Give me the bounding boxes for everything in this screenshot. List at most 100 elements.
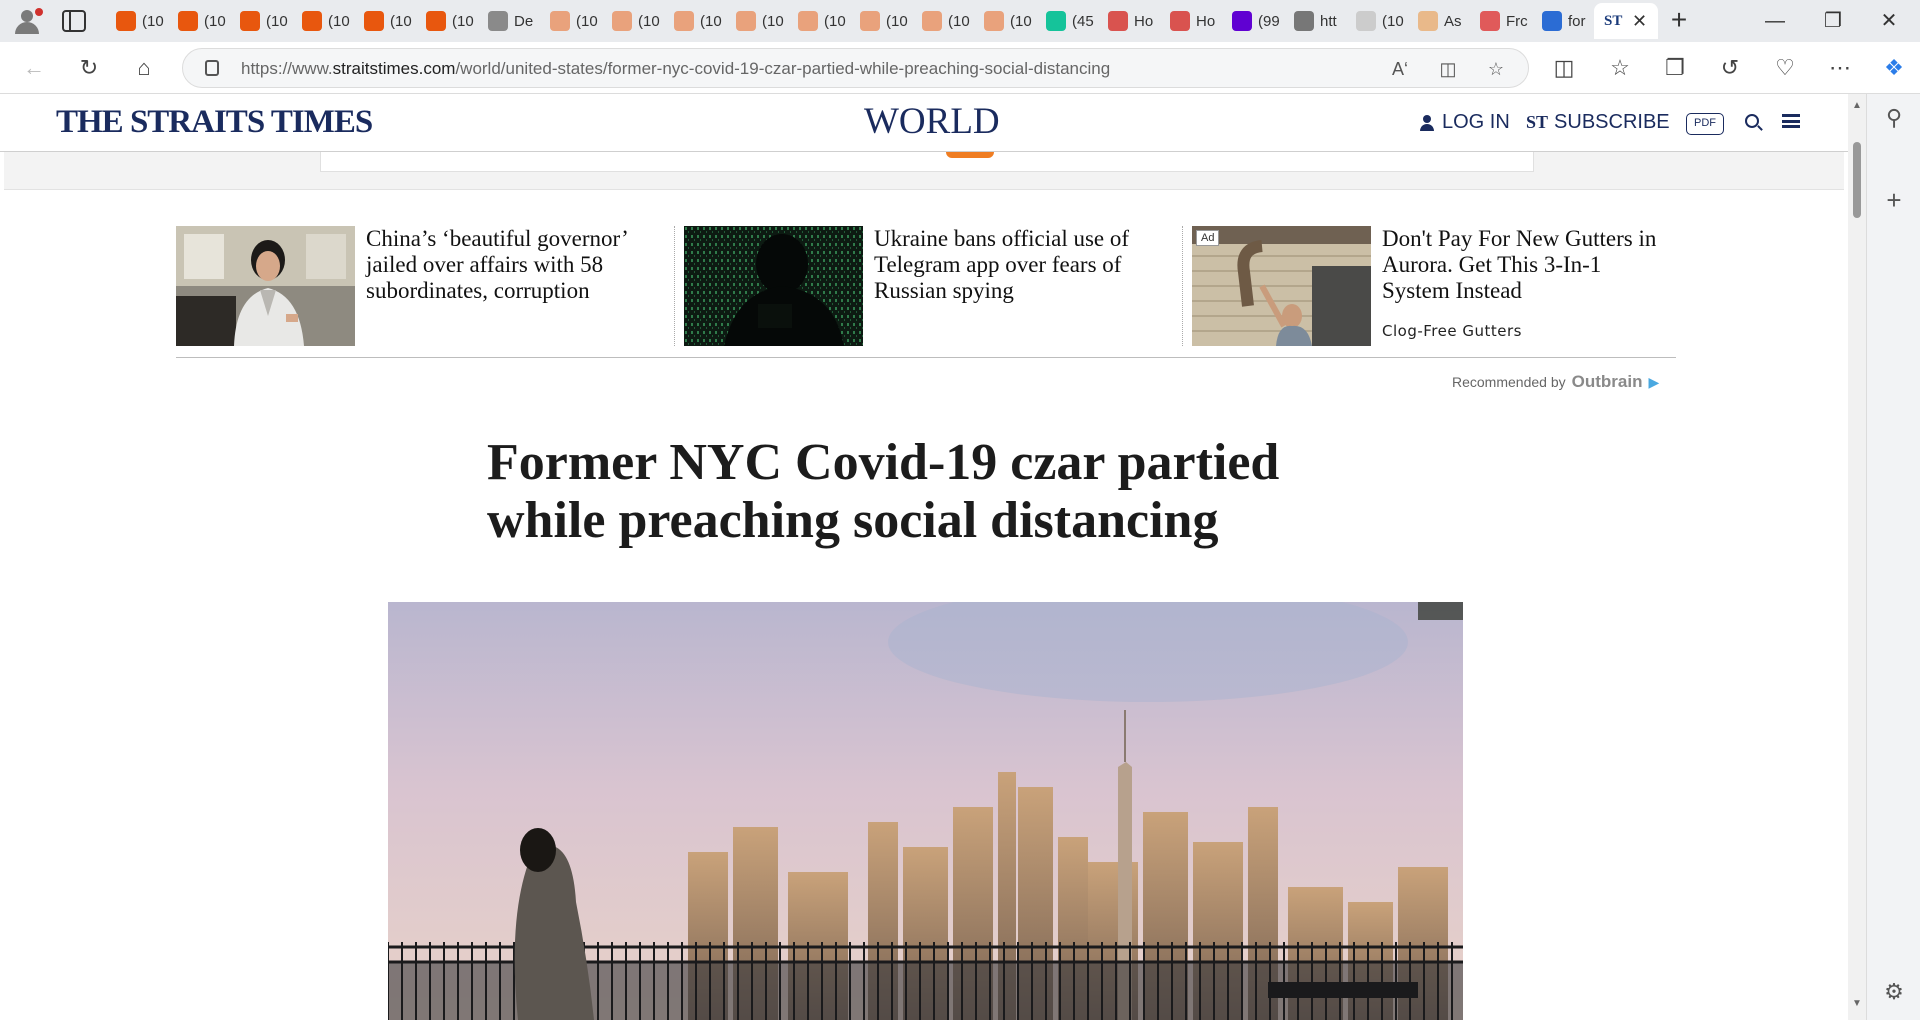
browser-tab[interactable]: (10 [292, 3, 354, 39]
scroll-down-arrow-icon[interactable]: ▼ [1852, 998, 1862, 1009]
recommended-item[interactable]: Ad Don't Pay For New Gutters in Aurora. … [1192, 226, 1677, 346]
ad-source[interactable]: Clog-Free Gutters [1382, 322, 1522, 340]
refresh-icon[interactable]: ↻ [75, 54, 103, 82]
browser-tab[interactable]: (99 [1222, 3, 1284, 39]
bookmark-orange-icon [240, 11, 260, 31]
settings-more-icon[interactable]: ⋯ [1826, 54, 1854, 82]
browser-tab[interactable]: (10 [354, 3, 416, 39]
browser-tab[interactable]: (10 [168, 3, 230, 39]
browser-tab[interactable]: htt [1284, 3, 1346, 39]
ad-banner-box[interactable] [320, 152, 1534, 172]
history-icon[interactable]: ↺ [1716, 54, 1744, 82]
browser-tab[interactable]: (10 [912, 3, 974, 39]
bookmark-orange-icon [364, 11, 384, 31]
browser-tab[interactable]: (10 [1346, 3, 1408, 39]
grammarly-g-icon [1046, 11, 1066, 31]
menu-hamburger-icon[interactable] [1782, 114, 1800, 128]
url-text[interactable]: https://www.straitstimes.com/world/unite… [241, 59, 1110, 79]
restore-button[interactable]: ❐ [1810, 6, 1856, 36]
browser-tab[interactable]: (10 [974, 3, 1036, 39]
scrollbar-thumb[interactable] [1853, 142, 1861, 218]
browser-tab-active[interactable]: ST ✕ [1594, 3, 1658, 39]
minimize-button[interactable]: — [1752, 6, 1798, 36]
immersive-reader-icon[interactable]: ◫ [1435, 57, 1461, 81]
browser-tab[interactable]: (10 [230, 3, 292, 39]
sidebar-add-icon[interactable]: + [1880, 186, 1908, 214]
tab-title: (10 [1382, 12, 1404, 30]
straits-times-favicon-icon: ST [1604, 12, 1623, 29]
browser-tab[interactable]: Ho [1098, 3, 1160, 39]
recommended-by[interactable]: Recommended by Outbrain ▶ [1452, 372, 1659, 392]
url-prefix: https://www. [241, 59, 333, 78]
favorite-star-icon[interactable]: ☆ [1483, 57, 1509, 81]
user-icon [1420, 114, 1434, 131]
copilot-icon[interactable]: ❖ [1880, 54, 1908, 82]
subscribe-link[interactable]: ST SUBSCRIBE [1526, 111, 1670, 134]
new-tab-button[interactable]: + [1664, 6, 1694, 36]
tab-title: (10 [824, 12, 846, 30]
browser-tab[interactable]: (10 [726, 3, 788, 39]
browser-tab[interactable]: (10 [540, 3, 602, 39]
tab-title: Ho [1196, 12, 1216, 30]
login-link[interactable]: LOG IN [1420, 111, 1510, 134]
home-icon[interactable]: ⌂ [130, 54, 158, 82]
tab-strip: (10 (10 (10 (10 (10 (10 De (10 (10 (10 (10 (10 (10 (1… [0, 0, 1920, 42]
telegram-hacker-photo[interactable] [684, 226, 863, 346]
browser-tab[interactable]: De [478, 3, 540, 39]
bookmark-faded-icon [736, 11, 756, 31]
lock-icon[interactable] [205, 60, 219, 76]
recommended-item[interactable]: China’s ‘beautiful governor’ jailed over… [176, 226, 661, 346]
tab-title: (10 [1010, 12, 1032, 30]
tab-title: for [1568, 12, 1586, 30]
browser-tab[interactable]: (10 [850, 3, 912, 39]
browser-tab[interactable]: As [1408, 3, 1470, 39]
scroll-up-arrow-icon[interactable]: ▲ [1852, 100, 1862, 111]
profile-avatar-icon[interactable] [10, 8, 44, 34]
tab-title: (10 [204, 12, 226, 30]
address-bar[interactable]: https://www.straitstimes.com/world/unite… [182, 48, 1529, 88]
sidebar-settings-gear-icon[interactable]: ⚙ [1880, 978, 1908, 1006]
bookmark-faded-icon [612, 11, 632, 31]
outbrain-logo: Outbrain [1571, 372, 1643, 391]
split-screen-icon[interactable]: ◫ [1550, 54, 1578, 82]
favorites-icon[interactable]: ☆ [1606, 54, 1634, 82]
page-scrollbar[interactable]: ▲ ▼ [1848, 94, 1866, 1020]
governor-photo[interactable] [176, 226, 355, 346]
browser-essentials-icon[interactable]: ♡ [1771, 54, 1799, 82]
browser-tab[interactable]: (10 [106, 3, 168, 39]
sidebar-search-icon[interactable]: ⚲ [1880, 104, 1908, 132]
outbrain-info-icon: ▶ [1648, 373, 1660, 390]
close-window-button[interactable]: ✕ [1866, 6, 1912, 36]
browser-tab[interactable]: Frc [1470, 3, 1532, 39]
tab-title: Ho [1134, 12, 1154, 30]
search-icon[interactable] [1745, 114, 1759, 128]
browser-tab[interactable]: (10 [788, 3, 850, 39]
read-aloud-icon[interactable]: A‘ [1387, 57, 1413, 81]
recommended-headline[interactable]: Don't Pay For New Gutters in Aurora. Get… [1382, 226, 1672, 304]
tab-title: (10 [762, 12, 784, 30]
browser-tab[interactable]: for [1532, 3, 1594, 39]
tab-title: (10 [948, 12, 970, 30]
tab-title: De [514, 12, 534, 30]
letter-e-icon [1418, 11, 1438, 31]
article-headline: Former NYC Covid-19 czar partied while p… [487, 434, 1280, 549]
recommended-headline[interactable]: Ukraine bans official use of Telegram ap… [874, 226, 1164, 304]
browser-tab[interactable]: (10 [664, 3, 726, 39]
back-arrow-icon[interactable]: ← [20, 54, 48, 82]
tab-actions-menu-icon[interactable] [62, 10, 86, 32]
browser-tab[interactable]: (10 [416, 3, 478, 39]
site-logo[interactable]: THE STRAITS TIMES [56, 104, 373, 141]
browser-tab[interactable]: (45 [1036, 3, 1098, 39]
article-hero-image[interactable] [388, 602, 1463, 1020]
site-header: THE STRAITS TIMES WORLD LOG IN ST SUBSCR… [0, 94, 1848, 152]
collections-icon[interactable]: ❐ [1661, 54, 1689, 82]
pdf-button[interactable]: PDF [1686, 113, 1724, 135]
recommended-item[interactable]: Ukraine bans official use of Telegram ap… [684, 226, 1169, 346]
recommended-headline[interactable]: China’s ‘beautiful governor’ jailed over… [366, 226, 656, 304]
gutter-ad-photo[interactable]: Ad [1192, 226, 1371, 346]
browser-tab[interactable]: Ho [1160, 3, 1222, 39]
close-tab-icon[interactable]: ✕ [1632, 11, 1647, 32]
browser-tab[interactable]: (10 [602, 3, 664, 39]
section-title[interactable]: WORLD [864, 100, 1000, 143]
blank-icon [1356, 11, 1376, 31]
